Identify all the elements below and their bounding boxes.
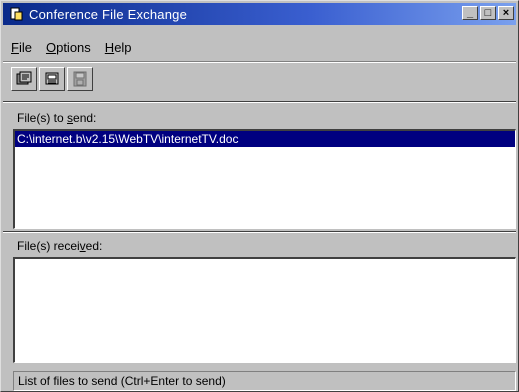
add-files-icon (16, 71, 32, 85)
close-icon: × (502, 6, 510, 19)
maximize-icon: □ (484, 6, 492, 19)
send-files-icon (45, 72, 59, 85)
title-bar[interactable]: Conference File Exchange _ □ × (3, 3, 516, 25)
minimize-button[interactable]: _ (462, 6, 478, 20)
save-icon (73, 71, 87, 87)
list-item[interactable]: C:\internet.b\v2.15\WebTV\internetTV.doc (15, 131, 515, 147)
menu-options-rest: ptions (56, 39, 91, 55)
maximize-button[interactable]: □ (480, 6, 496, 20)
minimize-icon: _ (466, 6, 474, 19)
menu-file[interactable]: File (11, 40, 32, 55)
app-icon (10, 7, 23, 21)
files-received-list[interactable] (13, 257, 516, 363)
files-to-send-label-a: File(s) to (17, 111, 68, 125)
menu-options[interactable]: Options (46, 40, 91, 55)
close-button[interactable]: × (498, 6, 514, 20)
files-received-label: File(s) received: (17, 239, 102, 253)
files-to-send-list[interactable]: C:\internet.b\v2.15\WebTV\internetTV.doc (13, 129, 516, 229)
send-section-divider (3, 101, 516, 103)
received-section-divider (3, 231, 516, 233)
toolbar (11, 67, 93, 91)
files-received-label-b: ed: (85, 239, 103, 253)
files-to-send-label: File(s) to send: (17, 111, 96, 125)
menu-file-rest: ile (18, 39, 32, 55)
save-button[interactable] (67, 67, 93, 91)
menu-file-accel: F (11, 39, 19, 55)
menu-help[interactable]: Help (105, 40, 132, 55)
window-title: Conference File Exchange (29, 6, 188, 22)
window-controls: _ □ × (462, 6, 514, 20)
toolbar-separator (3, 61, 516, 63)
menu-bar: File Options Help (3, 37, 516, 57)
status-bar: List of files to send (Ctrl+Enter to sen… (13, 371, 516, 391)
menu-help-rest: elp (114, 39, 132, 55)
files-to-send-label-b: end: (73, 111, 97, 125)
menu-options-accel: O (45, 39, 57, 55)
status-text: List of files to send (Ctrl+Enter to sen… (18, 374, 226, 388)
add-files-button[interactable] (11, 67, 37, 91)
menu-help-accel: H (104, 39, 115, 55)
send-files-button[interactable] (39, 67, 65, 91)
files-received-label-a: File(s) recei (17, 239, 80, 253)
conference-file-exchange-window: Conference File Exchange _ □ × File Opti… (0, 0, 519, 392)
